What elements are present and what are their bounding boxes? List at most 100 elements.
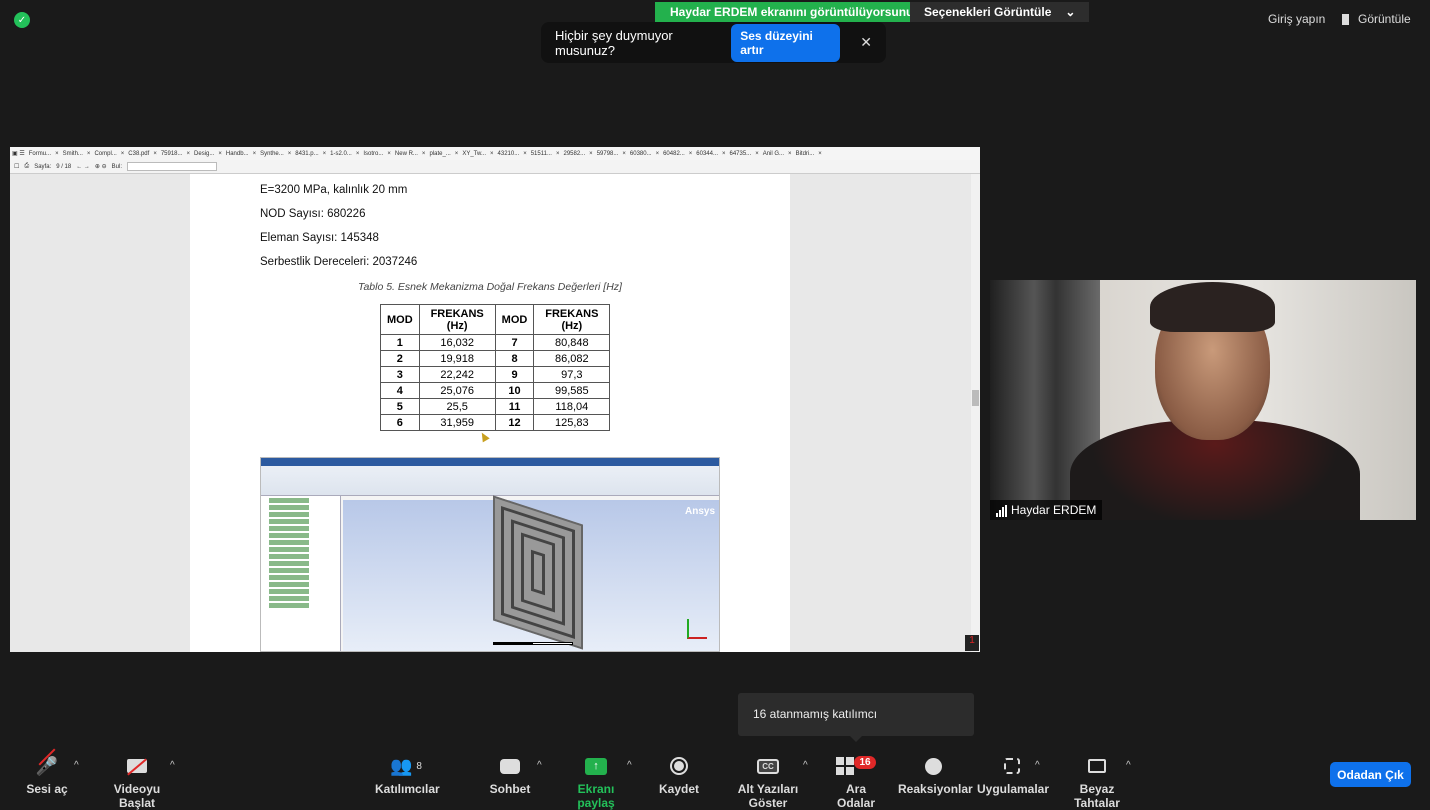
tab-close-icon[interactable]: × [185,151,193,157]
share-options-caret-icon[interactable]: ^ [627,760,632,771]
doc-line: Serbestlik Dereceleri: 2037246 [260,256,418,268]
security-shield-icon[interactable]: ✓ [14,12,30,28]
viewer-tab[interactable]: 64735... [728,151,754,157]
viewer-tab[interactable]: New R... [393,151,420,157]
tab-close-icon[interactable]: × [385,151,393,157]
view-button[interactable]: Görüntüle [1342,12,1411,26]
tab-close-icon[interactable]: × [720,151,728,157]
tab-close-icon[interactable]: × [321,151,329,157]
start-video-button[interactable]: Videoyu Başlat [95,752,179,810]
apps-label: Uygulamalar [977,782,1050,796]
nav-arrows-icon: ← → [76,163,90,170]
viewer-tab[interactable]: Handb... [224,151,251,157]
viewer-tab[interactable]: 60380... [628,151,654,157]
tab-close-icon[interactable]: × [654,151,662,157]
record-button[interactable]: Kaydet [659,752,699,796]
table-header: MOD [380,304,420,335]
plate-model [493,495,583,650]
tab-close-icon[interactable]: × [354,151,362,157]
record-label: Kaydet [659,782,700,796]
whiteboard-options-caret-icon[interactable]: ^ [1126,760,1131,771]
axis-triad-icon [687,619,707,639]
viewer-tab[interactable]: Smith... [61,151,85,157]
viewer-tab[interactable]: Compl... [92,151,118,157]
tab-close-icon[interactable]: × [453,151,461,157]
table-cell: 7 [494,334,535,351]
tab-close-icon[interactable]: × [786,151,794,157]
viewer-tab[interactable]: XY_Tw... [460,151,488,157]
tab-close-icon[interactable]: × [151,151,159,157]
ansys-viewport: Ansys [343,495,719,651]
whiteboard-label: Beyaz Tahtalar [1074,782,1120,810]
video-options-caret-icon[interactable]: ^ [170,760,175,771]
viewer-tab[interactable]: 29582... [561,151,587,157]
participant-video[interactable]: Haydar ERDEM [990,280,1416,520]
viewer-tab[interactable]: Anil G... [761,151,786,157]
tab-close-icon[interactable]: × [286,151,294,157]
table-cell: 2 [380,350,420,367]
viewer-tab[interactable]: 60344... [694,151,720,157]
tab-close-icon[interactable]: × [587,151,595,157]
tab-close-icon[interactable]: × [620,151,628,157]
viewer-tab[interactable]: 1-s2.0... [328,151,354,157]
viewer-tab[interactable]: 59798... [595,151,621,157]
tab-close-icon[interactable]: × [753,151,761,157]
increase-volume-button[interactable]: Ses düzeyini artır [731,23,841,62]
viewer-tab[interactable]: 51511... [529,151,554,157]
leave-room-button[interactable]: Odadan Çık [1330,762,1411,787]
table-cell: 99,585 [533,382,611,399]
tab-close-icon[interactable]: × [251,151,259,157]
viewer-tab[interactable]: 43210... [496,151,522,157]
tab-close-icon[interactable]: × [216,151,224,157]
share-screen-icon: ↑ [585,757,607,775]
apps-button[interactable]: Uygulamalar [977,752,1050,796]
apps-options-caret-icon[interactable]: ^ [1035,760,1040,771]
chat-button[interactable]: Sohbet [488,752,532,796]
chat-options-caret-icon[interactable]: ^ [537,760,542,771]
viewer-tab[interactable]: Synthe... [258,151,286,157]
viewer-tab[interactable]: plate_... [427,151,452,157]
table-cell: 8 [494,350,535,367]
viewer-tab[interactable]: C38.pdf [126,151,151,157]
reactions-button[interactable]: Reaksiyonlar [898,752,973,796]
reactions-label: Reaksiyonlar [898,782,973,796]
viewer-tab[interactable]: Isotro... [361,151,385,157]
audio-options-caret-icon[interactable]: ^ [74,760,79,771]
frequency-table: MOD FREKANS (Hz) MOD FREKANS (Hz) 1 16,03… [380,304,611,431]
tab-close-icon[interactable]: × [521,151,529,157]
tab-close-icon[interactable]: × [488,151,496,157]
tab-close-icon[interactable]: × [687,151,695,157]
tab-close-icon[interactable]: × [53,151,61,157]
close-icon[interactable]: ✕ [860,34,872,51]
unmute-button[interactable]: 🎤 Sesi aç [22,748,72,796]
table-cell: 4 [380,382,420,399]
captions-button[interactable]: CC Alt Yazıları Göster [721,752,815,810]
table-header: MOD [494,304,535,335]
viewer-tab[interactable]: 75918... [159,151,185,157]
view-options-button[interactable]: Seçenekleri Görüntüle ⌄ [910,2,1090,22]
viewer-tab[interactable]: Desig... [192,151,216,157]
tab-close-icon[interactable]: × [119,151,127,157]
video-off-icon [95,752,179,780]
viewer-tab[interactable]: Bitdri... [794,151,817,157]
signin-link[interactable]: Giriş yapın [1268,12,1325,26]
participants-button[interactable]: 👥 8 Katılımcılar [375,752,440,797]
tab-close-icon[interactable]: × [85,151,93,157]
breakout-rooms-button[interactable]: 16 Ara Odalar [826,752,886,810]
ansys-logo: Ansys [684,506,715,517]
viewer-tab[interactable]: 60482... [661,151,687,157]
table-cell: 31,959 [418,414,496,431]
table-row: 3 22,242 9 97,3 [380,366,611,383]
tab-close-icon[interactable]: × [816,151,824,157]
captions-options-caret-icon[interactable]: ^ [803,760,808,771]
table-row: 2 19,918 8 86,082 [380,350,611,367]
tab-close-icon[interactable]: × [554,151,562,157]
viewer-tab[interactable]: Formu... [27,151,53,157]
viewer-tab[interactable]: 8431.p... [293,151,320,157]
share-screen-button[interactable]: ↑ Ekranı paylaş [560,752,632,810]
whiteboard-button[interactable]: Beyaz Tahtalar [1058,752,1136,810]
tab-close-icon[interactable]: × [420,151,428,157]
record-icon [670,757,688,775]
table-header: FREKANS (Hz) [533,304,611,335]
participant-name-tag: Haydar ERDEM [990,500,1103,520]
